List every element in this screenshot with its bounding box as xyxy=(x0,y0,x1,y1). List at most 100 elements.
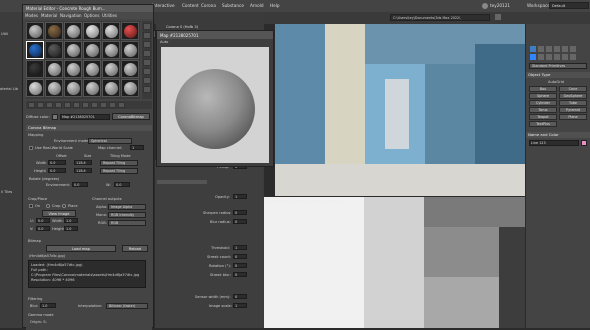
backlight-icon[interactable] xyxy=(143,32,151,39)
teapot-button[interactable]: Teapot xyxy=(529,114,557,120)
material-sample-slot[interactable] xyxy=(64,41,82,59)
material-sample-slot[interactable] xyxy=(121,79,139,97)
background-icon[interactable] xyxy=(143,41,151,48)
user-avatar-icon[interactable] xyxy=(482,3,488,9)
cylinder-button[interactable]: Cylinder xyxy=(529,100,557,106)
textplus-button[interactable]: TextPlus xyxy=(529,121,557,127)
object-name-field[interactable]: Line 123 xyxy=(529,140,579,146)
crop-radio[interactable] xyxy=(46,204,50,208)
menu-modes[interactable]: Modes xyxy=(25,13,38,18)
pyramid-button[interactable]: Pyramid xyxy=(559,107,587,113)
menu-options[interactable]: Options xyxy=(84,13,99,18)
alpha-select[interactable]: Image Alpha xyxy=(108,204,146,210)
menu-utilities[interactable]: Utilities xyxy=(102,13,117,18)
view-image-button[interactable]: View Image xyxy=(42,210,76,217)
opacity-field[interactable]: 1 xyxy=(233,194,247,199)
sensor-width-field[interactable]: 0 xyxy=(233,294,247,299)
sphere-button[interactable]: Sphere xyxy=(529,93,557,99)
material-editor-title-bar[interactable]: Material Editor - Concrete Rough Bum... xyxy=(23,5,153,12)
viewport-label[interactable]: [Perspective] [Standard] [Default Shadin… xyxy=(266,199,343,203)
material-sample-slot[interactable] xyxy=(102,22,120,40)
shapes-icon[interactable] xyxy=(538,54,544,60)
env-rotation-field[interactable]: 0.0 xyxy=(72,182,88,187)
material-sample-slot[interactable] xyxy=(102,79,120,97)
menu-help[interactable]: Help xyxy=(270,3,280,8)
assign-to-selection-icon[interactable] xyxy=(46,102,53,108)
name-color-header[interactable]: Name and Color xyxy=(526,132,590,138)
image-scale-field[interactable]: 1 xyxy=(233,303,247,308)
perspective-viewport-bottom[interactable]: [Perspective] [Standard] [Default Shadin… xyxy=(264,197,525,328)
reload-button[interactable]: Reload xyxy=(122,245,148,252)
blur-field[interactable]: 1.0 xyxy=(40,303,56,308)
material-sample-slot[interactable] xyxy=(26,79,44,97)
tube-button[interactable]: Tube xyxy=(559,100,587,106)
eyedropper-icon[interactable] xyxy=(52,114,58,120)
blur-radius-field[interactable]: 0 xyxy=(233,219,247,224)
load-map-button[interactable]: Load map xyxy=(46,245,116,252)
rgb-select[interactable]: RGB xyxy=(108,220,146,226)
height-offset-field[interactable]: 0.0 xyxy=(48,168,66,173)
plane-button[interactable]: Plane xyxy=(559,114,587,120)
map-window-title-bar[interactable]: Map #2138025701 xyxy=(157,31,273,39)
sample-type-icon[interactable] xyxy=(143,23,151,30)
material-sample-slot[interactable] xyxy=(64,60,82,78)
options-icon[interactable] xyxy=(143,77,151,84)
material-sample-slot[interactable] xyxy=(45,60,63,78)
map-type-button[interactable]: CoronaBitmap xyxy=(112,113,150,120)
material-sample-slot[interactable] xyxy=(102,41,120,59)
user-name[interactable]: tey20121 xyxy=(490,3,510,8)
cone-button[interactable]: Cone xyxy=(559,86,587,92)
reset-map-icon[interactable] xyxy=(55,102,62,108)
object-color-swatch[interactable] xyxy=(581,140,587,146)
menu-corona[interactable]: Corona xyxy=(201,3,216,8)
menu-material[interactable]: Material xyxy=(41,13,57,18)
threshold-field[interactable]: 1 xyxy=(233,245,247,250)
folder-icon[interactable] xyxy=(495,14,501,20)
go-forward-sibling-icon[interactable] xyxy=(118,102,125,108)
streak-count-field[interactable]: 0 xyxy=(233,254,247,259)
rollout-header[interactable]: Corona Bitmap xyxy=(26,125,152,131)
spacewarps-icon[interactable] xyxy=(570,54,576,60)
workspace-select[interactable]: Default xyxy=(549,2,589,9)
video-check-icon[interactable] xyxy=(143,59,151,66)
display-tab-icon[interactable] xyxy=(562,46,568,52)
material-sample-slot[interactable] xyxy=(121,41,139,59)
crop-v-field[interactable]: 0.0 xyxy=(36,226,50,231)
material-sample-slot[interactable] xyxy=(83,79,101,97)
map-name-field[interactable]: Map #2138025701 xyxy=(60,114,110,120)
category-select[interactable]: Standard Primitives xyxy=(529,63,587,69)
torus-button[interactable]: Torus xyxy=(529,107,557,113)
height-size-field[interactable]: 118.4 xyxy=(74,168,92,173)
make-preview-icon[interactable] xyxy=(143,68,151,75)
utilities-tab-icon[interactable] xyxy=(570,46,576,52)
env-mode-select[interactable]: Spherical xyxy=(88,138,132,144)
object-type-header[interactable]: Object Type xyxy=(526,72,590,78)
w-rotation-field[interactable]: 0.0 xyxy=(114,182,130,187)
material-sample-slot[interactable] xyxy=(26,22,44,40)
show-end-result-icon[interactable] xyxy=(100,102,107,108)
motion-tab-icon[interactable] xyxy=(554,46,560,52)
lights-icon[interactable] xyxy=(546,54,552,60)
geometry-icon[interactable] xyxy=(530,54,536,60)
put-to-scene-icon[interactable] xyxy=(37,102,44,108)
crop-width-field[interactable]: 1.0 xyxy=(64,218,78,223)
sharpen-radius-field[interactable]: 0 xyxy=(233,210,247,215)
menu-arnold[interactable]: Arnold xyxy=(250,3,264,8)
material-sample-slot[interactable] xyxy=(64,22,82,40)
menu-substance[interactable]: Substance xyxy=(222,3,244,8)
material-sample-slot[interactable] xyxy=(45,41,63,59)
geosphere-button[interactable]: GeoSphere xyxy=(559,93,587,99)
interpolation-select[interactable]: Bilinear (faster) xyxy=(106,303,148,309)
use-rws-checkbox[interactable] xyxy=(29,146,33,150)
width-offset-field[interactable]: 0.0 xyxy=(48,160,66,165)
crop-on-checkbox[interactable] xyxy=(29,204,33,208)
show-shaded-icon[interactable] xyxy=(91,102,98,108)
material-sample-slot[interactable] xyxy=(26,60,44,78)
crop-u-field[interactable]: 0.0 xyxy=(36,218,50,223)
material-sample-slot[interactable] xyxy=(45,79,63,97)
map-channel-field[interactable]: 1 xyxy=(130,145,144,150)
material-sample-slot[interactable] xyxy=(64,79,82,97)
get-material-icon[interactable] xyxy=(28,102,35,108)
mono-select[interactable]: RGB Intensity xyxy=(108,212,146,218)
perspective-viewport-top[interactable] xyxy=(275,24,525,196)
